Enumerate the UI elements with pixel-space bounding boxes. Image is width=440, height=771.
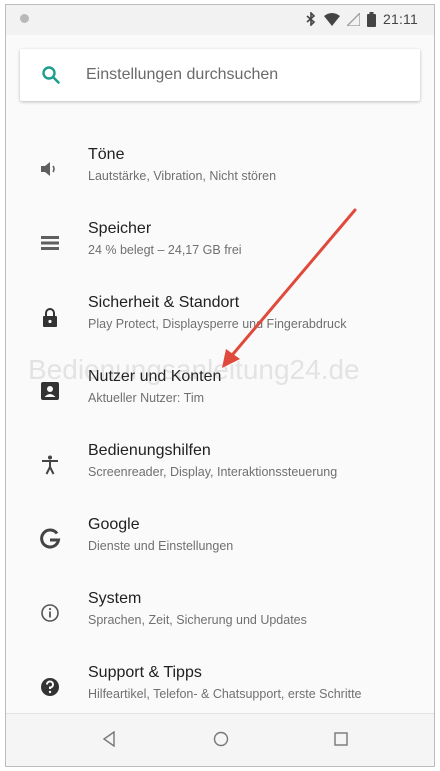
wifi-icon bbox=[324, 12, 340, 26]
settings-item-storage[interactable]: Speicher 24 % belegt – 24,17 GB frei bbox=[6, 205, 434, 279]
navigation-bar bbox=[6, 713, 434, 766]
phone-screen: 21:11 Einstellungen durchsuchen Töne Lau… bbox=[5, 4, 435, 767]
item-subtitle: Sprachen, Zeit, Sicherung und Updates bbox=[88, 613, 307, 627]
settings-item-support[interactable]: Support & Tipps Hilfeartikel, Telefon- &… bbox=[6, 649, 434, 723]
bluetooth-icon bbox=[305, 12, 317, 26]
info-icon bbox=[38, 601, 62, 625]
clock: 21:11 bbox=[383, 11, 418, 27]
item-subtitle: Dienste und Einstellungen bbox=[88, 539, 234, 553]
search-bar[interactable]: Einstellungen durchsuchen bbox=[20, 49, 420, 101]
item-title: System bbox=[88, 590, 142, 607]
item-title: Support & Tipps bbox=[88, 664, 202, 681]
storage-icon bbox=[38, 231, 62, 255]
notification-dot-icon bbox=[20, 14, 29, 23]
item-subtitle: Aktueller Nutzer: Tim bbox=[88, 391, 205, 405]
settings-item-sound[interactable]: Töne Lautstärke, Vibration, Nicht stören bbox=[6, 131, 434, 205]
settings-item-google[interactable]: Google Dienste und Einstellungen bbox=[6, 501, 434, 575]
search-icon bbox=[38, 62, 64, 88]
accessibility-icon bbox=[38, 453, 62, 477]
settings-item-security[interactable]: Sicherheit & Standort Play Protect, Disp… bbox=[6, 279, 434, 353]
settings-item-system[interactable]: System Sprachen, Zeit, Sicherung und Upd… bbox=[6, 575, 434, 649]
status-bar: 21:11 bbox=[6, 5, 434, 35]
search-placeholder[interactable]: Einstellungen durchsuchen bbox=[86, 66, 278, 84]
volume-icon bbox=[38, 157, 62, 181]
home-button[interactable] bbox=[210, 728, 232, 750]
signal-icon bbox=[347, 12, 360, 26]
lock-icon bbox=[38, 305, 62, 329]
item-subtitle: 24 % belegt – 24,17 GB frei bbox=[88, 243, 242, 257]
account-icon bbox=[38, 379, 62, 403]
item-title: Sicherheit & Standort bbox=[88, 294, 240, 311]
help-icon bbox=[38, 675, 62, 699]
recents-button[interactable] bbox=[330, 728, 352, 750]
battery-icon bbox=[367, 11, 376, 27]
item-title: Speicher bbox=[88, 220, 152, 237]
item-title: Bedienungshilfen bbox=[88, 442, 211, 459]
settings-item-accessibility[interactable]: Bedienungshilfen Screenreader, Display, … bbox=[6, 427, 434, 501]
item-title: Töne bbox=[88, 146, 125, 163]
settings-item-accounts[interactable]: Nutzer und Konten Aktueller Nutzer: Tim bbox=[6, 353, 434, 427]
item-subtitle: Screenreader, Display, Interaktionssteue… bbox=[88, 465, 338, 479]
item-subtitle: Lautstärke, Vibration, Nicht stören bbox=[88, 169, 277, 183]
item-subtitle: Hilfeartikel, Telefon- & Chatsupport, er… bbox=[88, 687, 362, 701]
google-icon bbox=[38, 527, 62, 551]
item-subtitle: Play Protect, Displaysperre und Fingerab… bbox=[88, 317, 347, 331]
back-button[interactable] bbox=[98, 728, 120, 750]
item-title: Nutzer und Konten bbox=[88, 368, 222, 385]
item-title: Google bbox=[88, 516, 140, 533]
